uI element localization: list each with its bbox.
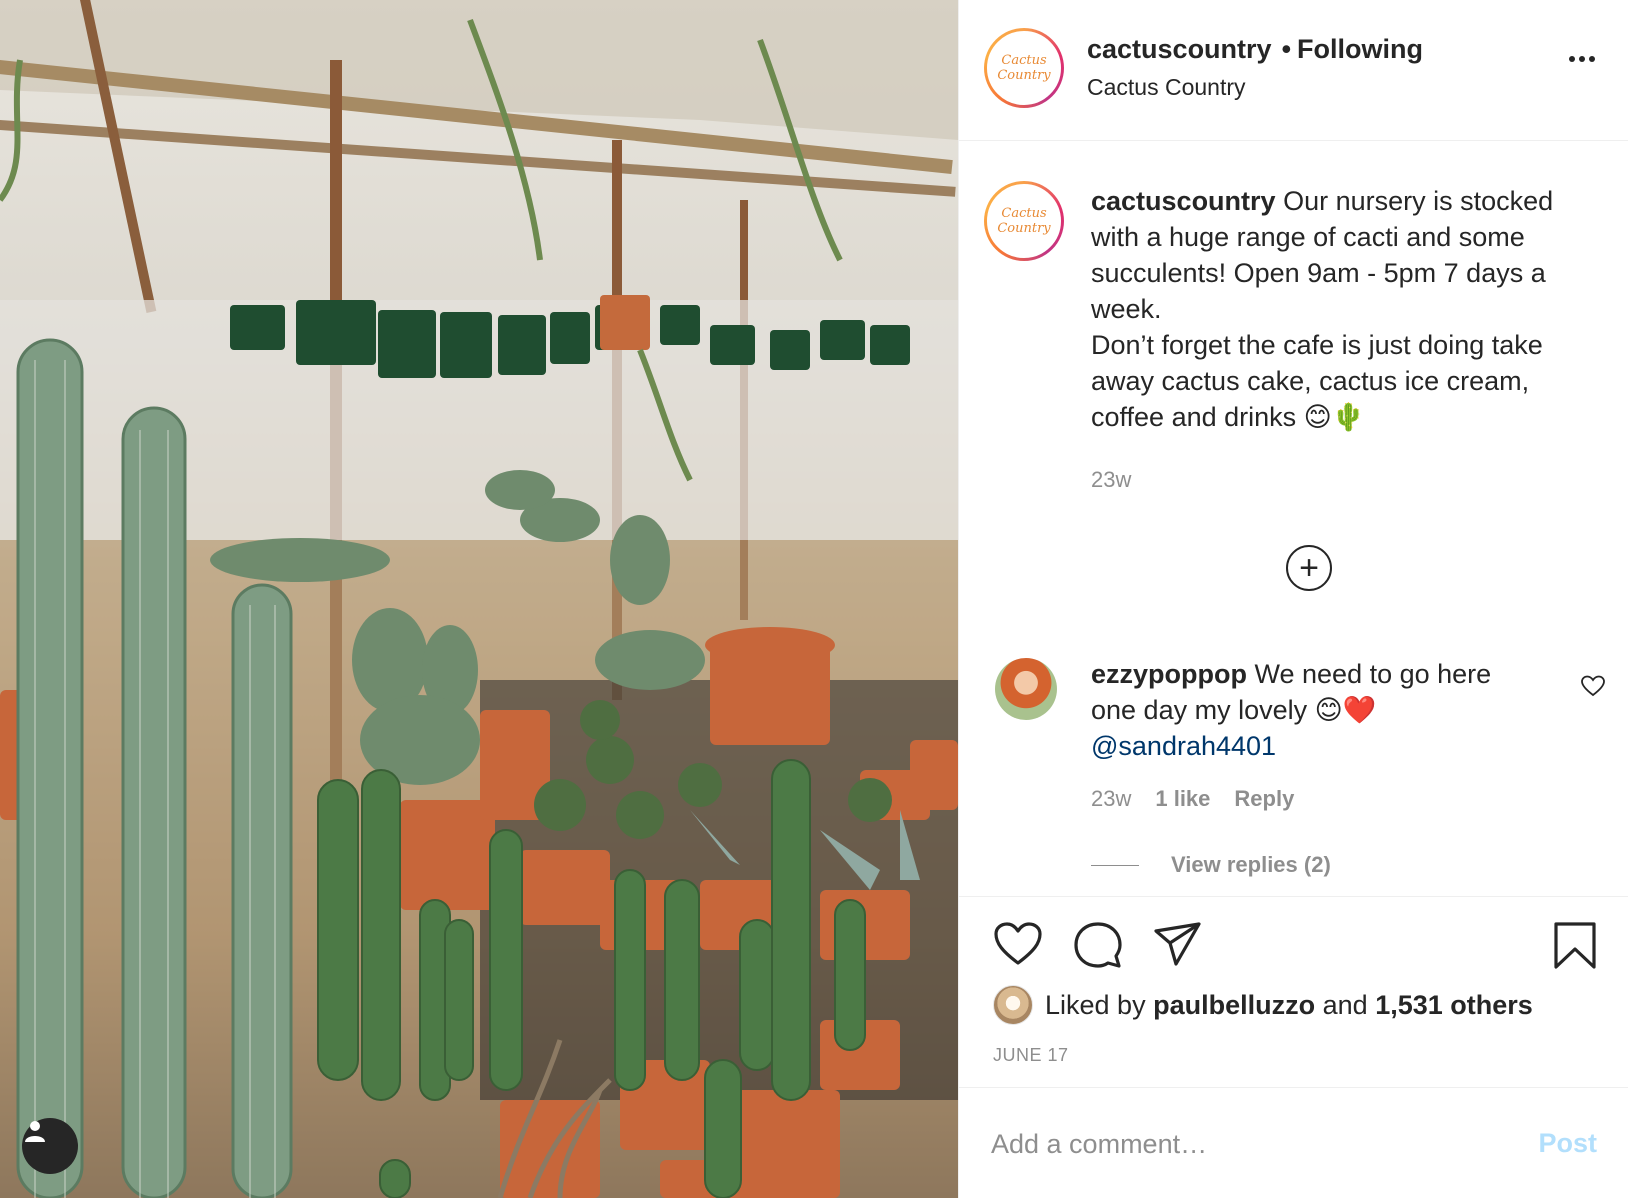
post-side-panel: Cactus Country cactuscountry • Following C… [958,0,1628,1198]
header-username-row: cactuscountry • Following [1087,34,1423,65]
action-icon-row [993,921,1203,974]
likes-others-link[interactable]: 1,531 others [1375,990,1533,1021]
caption-text: cactuscountry Our nursery is stocked wit… [1091,183,1591,435]
post-comment-button[interactable]: Post [1538,1128,1597,1159]
post-date[interactable]: JUNE 17 [993,1045,1069,1066]
view-replies-button[interactable]: View replies (2) [1091,852,1331,878]
comment-likes-count[interactable]: 1 like [1155,786,1210,812]
avatar-logo-text-line1: Cactus [1001,206,1047,221]
post-actions: Liked by paulbelluzzo and 1,531 others J… [959,896,1628,1087]
comment-timestamp[interactable]: 23w [1091,786,1131,812]
add-comment-input[interactable] [991,1116,1491,1172]
avatar-logo-text-line1: Cactus [1001,53,1047,68]
post-header: Cactus Country cactuscountry • Following C… [959,0,1628,141]
caption-avatar[interactable]: Cactus Country [984,181,1064,261]
comment-text: ezzypoppop We need to go here one day my… [1091,656,1541,764]
comment-username[interactable]: ezzypoppop [1091,659,1247,689]
view-replies-label: View replies (2) [1171,852,1331,877]
profile-avatar[interactable]: Cactus Country [984,28,1064,108]
more-options-icon[interactable] [1569,56,1595,62]
likes-prefix: Liked by [1045,989,1146,1020]
header-username[interactable]: cactuscountry [1087,34,1272,64]
reply-button[interactable]: Reply [1234,786,1294,812]
liker-avatar[interactable] [993,985,1033,1025]
cactus-nursery-image [0,0,958,1198]
location-link[interactable]: Cactus Country [1087,74,1246,101]
avatar-logo-text-line2: Country [997,68,1051,83]
following-button[interactable]: Following [1297,34,1423,64]
add-comment-bar: Post [959,1087,1628,1198]
comment-icon[interactable] [1073,921,1123,974]
likes-and: and [1322,989,1368,1020]
plus-circle-icon[interactable]: + [1286,545,1332,591]
comment-heart-icon[interactable] [1581,675,1605,702]
separator-dot: • [1281,34,1292,64]
post-photo[interactable] [0,0,958,1198]
bookmark-icon[interactable] [1553,921,1597,976]
caption-body-line2: Don’t forget the cafe is just doing take… [1091,330,1543,432]
comment-mention-link[interactable]: @sandrah4401 [1091,728,1541,764]
caption-username[interactable]: cactuscountry [1091,186,1276,216]
avatar-logo-text-line2: Country [997,221,1051,236]
heart-icon[interactable] [993,921,1043,974]
caption-timestamp[interactable]: 23w [1091,467,1131,493]
share-icon[interactable] [1153,921,1203,974]
comment-meta: 23w 1 like Reply [1091,786,1294,812]
liked-by-username[interactable]: paulbelluzzo [1153,990,1315,1021]
user-tag-icon[interactable] [22,1118,78,1174]
view-replies-line [1091,864,1139,866]
commenter-avatar[interactable] [995,658,1057,720]
likes-summary: Liked by paulbelluzzo and 1,531 others [993,985,1533,1025]
